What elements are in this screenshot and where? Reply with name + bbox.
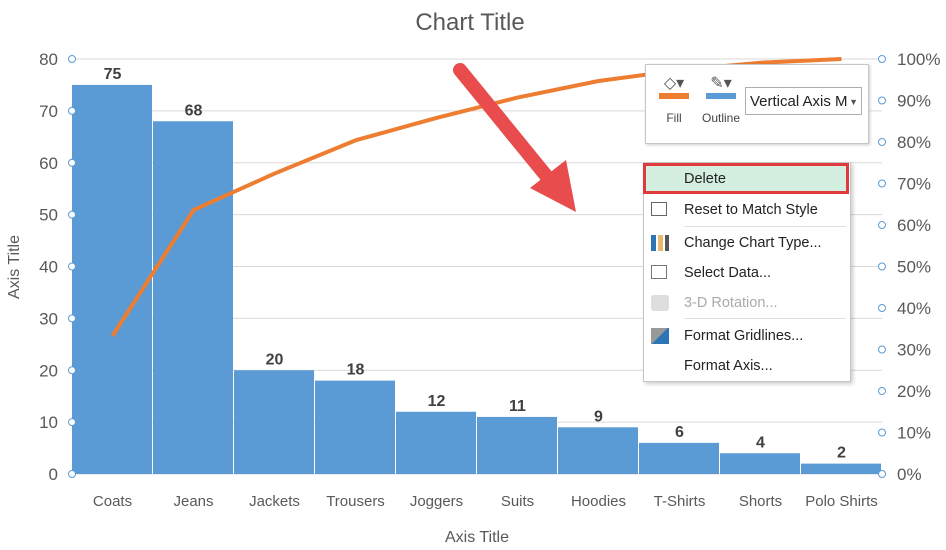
menu-item-reset-style[interactable]: Reset to Match Style <box>644 196 850 224</box>
selection-handle <box>878 428 886 437</box>
bar <box>639 442 719 474</box>
menu-item-format-gridlines[interactable]: Format Gridlines... <box>644 322 850 350</box>
data-label: 11 <box>509 398 526 415</box>
y2-tick-label: 100% <box>897 50 940 69</box>
menu-item-format-axis[interactable]: Format Axis... <box>644 352 850 380</box>
y-tick-label: 50 <box>39 206 58 225</box>
data-label: 75 <box>104 66 122 83</box>
y2-tick-label: 40% <box>897 299 931 318</box>
selection-handle <box>68 366 76 375</box>
chart-element-dropdown[interactable]: Vertical Axis M ▼ <box>745 87 862 115</box>
bar <box>72 84 152 474</box>
fill-button[interactable]: ◇▾ Fill <box>654 73 694 125</box>
pencil-icon: ✎▾ <box>710 75 732 92</box>
y-tick-label: 80 <box>39 50 58 69</box>
data-label: 4 <box>756 434 765 451</box>
outline-label: Outline <box>701 111 741 125</box>
x-tick-label: Jeans <box>173 493 213 510</box>
bar <box>720 453 800 474</box>
x-tick-label: Joggers <box>410 493 463 510</box>
y-tick-label: 10 <box>39 413 58 432</box>
selection-handle <box>878 345 886 354</box>
data-label: 6 <box>675 424 684 441</box>
chevron-down-icon: ▼ <box>849 97 858 107</box>
fill-label: Fill <box>666 111 682 125</box>
bar <box>396 411 476 474</box>
y2-tick-label: 30% <box>897 341 931 360</box>
x-tick-label: Coats <box>93 493 132 510</box>
menu-item-change-chart-type[interactable]: Change Chart Type... <box>644 229 850 257</box>
selection-handle <box>878 470 886 478</box>
bar <box>477 416 557 474</box>
selection-handle <box>878 138 886 146</box>
selection-handle <box>68 418 76 427</box>
y2-tick-label: 90% <box>897 92 931 111</box>
selection-handle <box>68 262 76 271</box>
x-tick-label: T-Shirts <box>654 493 706 510</box>
x-tick-label: Shorts <box>739 493 782 510</box>
3d-rotation-icon <box>651 295 669 311</box>
outline-button[interactable]: ✎▾ Outline <box>698 73 744 125</box>
y2-tick-label: 50% <box>897 258 931 277</box>
selection-handle <box>878 387 886 395</box>
data-label: 20 <box>266 351 284 368</box>
selection-handle <box>68 314 76 323</box>
red-arrow <box>453 63 576 212</box>
data-label: 68 <box>185 102 203 119</box>
data-label: 18 <box>347 362 365 379</box>
format-gridlines-icon <box>651 328 669 344</box>
data-label: 12 <box>428 393 446 410</box>
chart-type-icon <box>651 235 669 251</box>
bar <box>801 463 881 474</box>
y2-tick-label: 60% <box>897 216 931 235</box>
y2-tick-label: 20% <box>897 382 931 401</box>
y2-tick-label: 70% <box>897 175 931 194</box>
selection-handle <box>878 96 886 105</box>
select-data-icon <box>651 265 667 279</box>
selection-handle <box>878 262 886 271</box>
data-label: 2 <box>837 445 846 462</box>
selection-handle <box>68 106 76 115</box>
context-menu: Delete Reset to Match Style Change Chart… <box>643 162 851 382</box>
bar <box>234 370 314 474</box>
y-tick-label: 60 <box>39 154 58 173</box>
reset-style-icon <box>651 202 667 216</box>
y-tick-label: 70 <box>39 102 58 121</box>
menu-item-3d-rotation: 3-D Rotation... <box>644 289 850 317</box>
bar <box>153 121 233 474</box>
selection-handle <box>68 55 76 63</box>
selection-handle <box>68 158 76 167</box>
x-tick-label: Suits <box>501 493 534 510</box>
bar <box>315 380 395 474</box>
y-tick-label: 20 <box>39 361 58 380</box>
y-tick-label: 0 <box>49 465 58 484</box>
menu-item-delete[interactable]: Delete <box>644 165 850 193</box>
x-tick-label: Trousers <box>326 493 385 510</box>
x-tick-label: Polo Shirts <box>805 493 878 510</box>
selection-handle <box>878 179 886 188</box>
selection-handle <box>68 210 76 219</box>
y2-tick-label: 0% <box>897 465 922 484</box>
menu-item-select-data[interactable]: Select Data... <box>644 259 850 287</box>
x-axis-title[interactable]: Axis Title <box>445 529 509 546</box>
bar <box>558 427 638 474</box>
y-axis-title[interactable]: Axis Title <box>6 235 23 299</box>
mini-toolbar: ◇▾ Fill ✎▾ Outline Vertical Axis M ▼ <box>645 64 869 144</box>
paint-bucket-icon: ◇▾ <box>663 75 685 92</box>
selection-handle <box>878 221 886 229</box>
x-tick-label: Hoodies <box>571 493 626 510</box>
chart-title[interactable]: Chart Title <box>415 9 524 36</box>
selection-handle <box>68 470 76 478</box>
selection-handle <box>878 55 886 63</box>
y-tick-label: 30 <box>39 309 58 328</box>
selection-handle <box>878 304 886 312</box>
data-label: 9 <box>594 408 603 425</box>
y-tick-label: 40 <box>39 258 58 277</box>
y2-tick-label: 80% <box>897 133 931 152</box>
x-tick-label: Jackets <box>249 493 300 510</box>
y2-tick-label: 10% <box>897 424 931 443</box>
